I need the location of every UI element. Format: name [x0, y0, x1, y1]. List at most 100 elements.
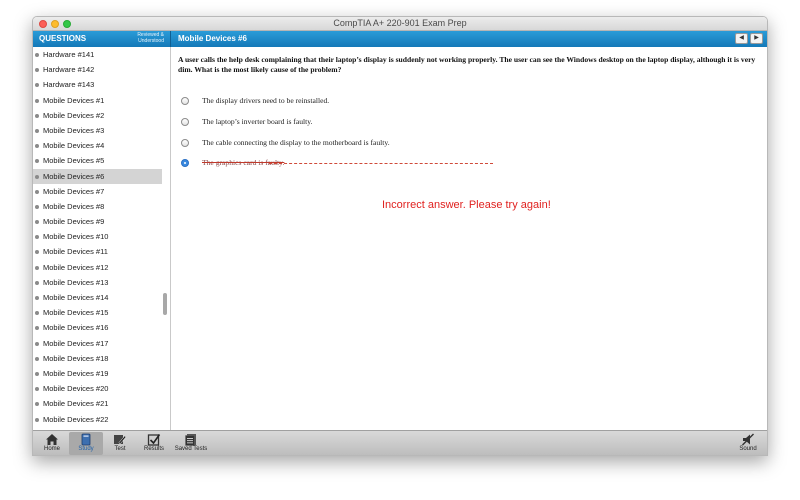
previous-question-button[interactable]: ◀ [735, 33, 748, 44]
radio-button-checked[interactable] [181, 159, 189, 167]
home-button[interactable]: Home [35, 432, 69, 455]
question-list-item[interactable]: Mobile Devices #13 [33, 275, 170, 290]
saved-tests-button[interactable]: Saved Tests [171, 432, 211, 455]
test-label: Test [114, 446, 126, 452]
bullet-icon [35, 341, 39, 346]
question-list-item-label: Mobile Devices #6 [43, 171, 105, 181]
question-list-item[interactable]: Mobile Devices #12 [33, 260, 170, 275]
bullet-icon [35, 280, 39, 285]
question-list-item[interactable]: Mobile Devices #15 [33, 305, 170, 320]
question-title: Mobile Devices #6 [178, 34, 247, 43]
next-question-button[interactable]: ▶ [750, 33, 763, 44]
question-list-item[interactable]: Mobile Devices #19 [33, 366, 170, 381]
bullet-icon [35, 220, 39, 225]
triangle-left-icon: ◀ [739, 35, 744, 41]
bullet-icon [35, 68, 39, 73]
question-list-item-label: Mobile Devices #13 [43, 277, 109, 287]
home-label: Home [43, 446, 60, 452]
question-list-item[interactable]: Mobile Devices #5 [33, 153, 170, 168]
question-list-item[interactable]: Hardware #143 [33, 77, 170, 92]
study-book-icon [81, 433, 91, 446]
question-list-item-label: Mobile Devices #12 [43, 262, 109, 272]
question-list-item-label: Mobile Devices #17 [43, 338, 109, 348]
bullet-icon [35, 144, 39, 149]
radio-button[interactable] [181, 139, 189, 147]
question-list-item-label: Hardware #143 [43, 80, 95, 90]
reviewed-understood-label: Reviewed & Understood [137, 32, 164, 44]
question-list-item-label: Mobile Devices #16 [43, 323, 109, 333]
question-list-item-label: Mobile Devices #20 [43, 384, 109, 394]
bullet-icon [35, 311, 39, 316]
question-list-item[interactable]: Mobile Devices #18 [33, 351, 170, 366]
question-panel: A user calls the help desk complaining t… [171, 47, 767, 432]
question-list-item-label: Mobile Devices #8 [43, 201, 105, 211]
bullet-icon [35, 53, 39, 57]
question-list-item[interactable]: Mobile Devices #10 [33, 229, 170, 244]
bullet-icon [35, 159, 39, 164]
question-list-item[interactable]: Mobile Devices #4 [33, 138, 170, 153]
bullet-icon [35, 189, 39, 194]
radio-button[interactable] [181, 118, 189, 126]
bullet-icon [35, 113, 39, 118]
question-list-item[interactable]: Mobile Devices #22 [33, 412, 170, 427]
sidebar-header: QUESTIONS Reviewed & Understood [33, 31, 171, 47]
question-list-item-label: Mobile Devices #2 [43, 110, 105, 120]
bullet-icon [35, 128, 39, 133]
question-list[interactable]: Hardware #141 Hardware #142 Hardware #14… [33, 47, 171, 432]
bullet-icon [35, 326, 39, 331]
results-label: Results [143, 446, 164, 452]
bullet-icon [35, 417, 39, 422]
question-list-item[interactable]: Mobile Devices #2 [33, 108, 170, 123]
question-list-item-label: Hardware #141 [43, 50, 95, 59]
question-list-item[interactable]: Mobile Devices #20 [33, 381, 170, 396]
question-list-item[interactable]: Mobile Devices #11 [33, 244, 170, 259]
sound-label: Sound [739, 446, 757, 452]
study-label: Study [78, 446, 94, 452]
answer-option-label: The display drivers need to be reinstall… [202, 96, 330, 105]
question-list-item-label: Mobile Devices #21 [43, 399, 109, 409]
question-list-item[interactable]: Mobile Devices #3 [33, 123, 170, 138]
question-list-item-label: Mobile Devices #18 [43, 353, 109, 363]
home-icon [46, 434, 58, 445]
sound-muted-icon [742, 433, 754, 446]
question-list-item[interactable]: Mobile Devices #14 [33, 290, 170, 305]
content-header: Mobile Devices #6 ◀ ▶ [171, 31, 767, 47]
answer-option-label: The laptop’s inverter board is faulty. [202, 117, 313, 126]
bullet-icon [35, 296, 39, 300]
saved-tests-icon [185, 434, 196, 446]
study-button[interactable]: Study [69, 432, 103, 455]
question-text: A user calls the help desk complaining t… [178, 55, 756, 74]
question-list-item[interactable]: Mobile Devices #9 [33, 214, 170, 229]
bullet-icon [35, 387, 39, 392]
question-list-item-label: Mobile Devices #3 [43, 125, 105, 135]
radio-button[interactable] [181, 97, 189, 105]
question-list-item[interactable]: Hardware #141 [33, 47, 170, 62]
saved-tests-label: Saved Tests [174, 446, 208, 452]
question-list-item[interactable]: Mobile Devices #21 [33, 396, 170, 411]
understood-label: Understood [138, 38, 164, 44]
question-list-item-label: Mobile Devices #22 [43, 414, 109, 424]
bullet-icon [35, 174, 39, 179]
question-list-item[interactable]: Hardware #142 [33, 62, 170, 77]
results-button[interactable]: Results [137, 432, 171, 455]
question-list-item-selected[interactable]: Mobile Devices #6 [33, 168, 162, 184]
results-check-icon [147, 434, 161, 446]
bullet-icon [35, 265, 39, 270]
window-title: CompTIA A+ 220-901 Exam Prep [333, 18, 467, 28]
question-list-item[interactable]: Mobile Devices #8 [33, 199, 170, 214]
question-list-item[interactable]: Mobile Devices #17 [33, 336, 170, 351]
bullet-icon [35, 356, 39, 361]
question-list-item[interactable]: Mobile Devices #16 [33, 320, 170, 335]
bullet-icon [35, 235, 39, 240]
question-list-item[interactable]: Mobile Devices #1 [33, 93, 170, 108]
app-window: CompTIA A+ 220-901 Exam Prep QUESTIONS R… [32, 16, 768, 456]
sidebar-scrollbar-thumb[interactable] [163, 293, 167, 315]
bullet-icon [35, 402, 39, 407]
sound-button[interactable]: Sound [731, 432, 765, 455]
bullet-icon [35, 98, 39, 103]
question-list-item-label: Mobile Devices #14 [43, 293, 109, 302]
question-list-item-label: Mobile Devices #11 [43, 247, 108, 257]
question-list-item-label: Hardware #142 [43, 65, 95, 75]
question-list-item[interactable]: Mobile Devices #7 [33, 184, 170, 199]
test-button[interactable]: Test [103, 432, 137, 455]
